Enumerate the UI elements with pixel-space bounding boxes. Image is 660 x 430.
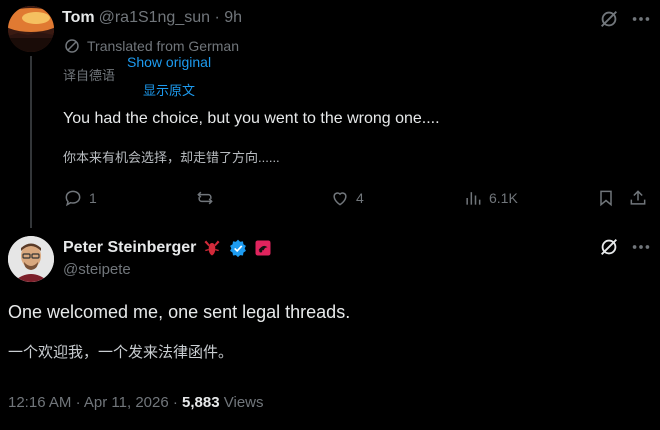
- main-avatar[interactable]: [8, 236, 54, 282]
- bookmark-button[interactable]: [596, 188, 616, 208]
- reply-header: Tom @ra1S1ng_sun · 9h: [62, 9, 242, 27]
- tweet-date[interactable]: Apr 11, 2026: [84, 394, 169, 411]
- like-button[interactable]: 4: [330, 188, 364, 208]
- affiliate-badge-icon[interactable]: [254, 239, 272, 257]
- verified-badge-icon[interactable]: [228, 238, 248, 258]
- translated-notice: Translated from German: [63, 37, 239, 55]
- main-author-handle[interactable]: @steipete: [63, 261, 131, 278]
- reply-button[interactable]: 1: [63, 188, 97, 208]
- grok-icon[interactable]: [598, 236, 620, 263]
- reply-count: 1: [89, 190, 97, 206]
- views-icon: [466, 192, 481, 205]
- main-author-name[interactable]: Peter Steinberger: [63, 239, 196, 257]
- more-icon[interactable]: [630, 8, 652, 35]
- reply-timestamp[interactable]: 9h: [224, 9, 242, 26]
- translation-annotation: 译自德语: [63, 68, 116, 83]
- bookmark-icon: [600, 190, 612, 207]
- retweet-button[interactable]: [195, 188, 221, 208]
- meta-separator: ·: [172, 394, 178, 411]
- more-icon[interactable]: [630, 236, 652, 263]
- views-total: 5,883: [182, 394, 220, 411]
- sunset-avatar-image: [8, 6, 54, 52]
- show-original-link[interactable]: Show original: [127, 54, 211, 70]
- reply-text: You had the choice, but you went to the …: [63, 110, 440, 127]
- reply-author-handle[interactable]: @ra1S1ng_sun: [99, 9, 210, 26]
- show-original-annotation: 显示原文: [143, 83, 196, 98]
- main-author-row: Peter Steinberger: [63, 238, 272, 258]
- share-button[interactable]: [628, 188, 648, 208]
- grok-icon[interactable]: [598, 8, 620, 35]
- translate-icon: [65, 39, 79, 53]
- like-count: 4: [356, 190, 364, 206]
- tweet-meta: 12:16 AM · Apr 11, 2026 · 5,883 Views: [8, 394, 264, 411]
- reply-author-name[interactable]: Tom: [62, 9, 95, 26]
- reply-separator: ·: [214, 9, 220, 26]
- views-label: Views: [223, 394, 264, 411]
- retweet-icon: [197, 191, 213, 205]
- share-icon: [630, 190, 646, 205]
- views-button[interactable]: 6.1K: [463, 188, 518, 208]
- reply-avatar[interactable]: [8, 6, 54, 52]
- reply-text-translation: 你本来有机会选择，却走错了方向......: [63, 150, 280, 165]
- views-count: 6.1K: [489, 190, 518, 206]
- main-tweet-text: One welcomed me, one sent legal threads.: [8, 302, 351, 322]
- tweet-time[interactable]: 12:16 AM: [8, 394, 71, 411]
- meta-separator: ·: [75, 394, 81, 411]
- main-tweet-translation: 一个欢迎我，一个发来法律函件。: [8, 344, 234, 361]
- thread-connector-line: [30, 56, 32, 228]
- lobster-emoji-icon: [204, 240, 220, 256]
- translated-label: Translated from German: [87, 38, 239, 54]
- reply-icon: [65, 190, 81, 207]
- like-icon: [333, 192, 347, 206]
- person-avatar-image: [8, 236, 54, 282]
